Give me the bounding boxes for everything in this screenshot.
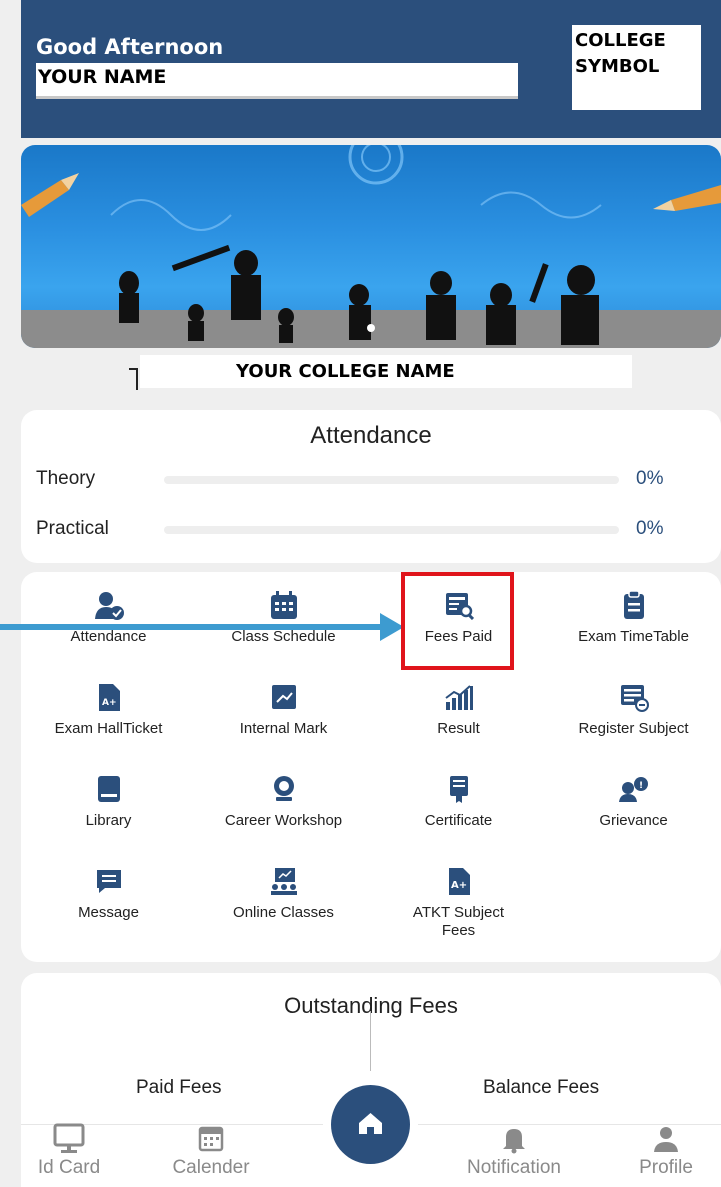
menu-label: Exam TimeTable [578, 628, 689, 645]
menu-item-class-schedule[interactable]: Class Schedule [196, 590, 371, 646]
badge-pin-icon [273, 776, 294, 801]
nav-label: Calender [172, 1157, 250, 1178]
chart-card-icon [271, 685, 296, 709]
college-name: YOUR COLLEGE NAME [236, 361, 455, 382]
certificate-icon [449, 776, 468, 803]
attendance-title: Attendance [310, 422, 432, 449]
decorative-mark [129, 368, 138, 390]
greeting-text: Good Afternoon [36, 35, 224, 59]
fees-divider [370, 1011, 371, 1071]
nav-id-card[interactable]: Id Card [29, 1122, 109, 1179]
register-list-icon [620, 685, 649, 712]
menu-item-exam-hallticket[interactable]: A+ Exam HallTicket [21, 682, 196, 738]
menu-label: Career Workshop [224, 812, 343, 829]
menu-label: Exam HallTicket [54, 720, 163, 737]
nav-calender[interactable]: Calender [166, 1122, 256, 1179]
calendar-icon [198, 1126, 224, 1152]
menu-label: Attendance [70, 628, 147, 645]
menu-label: Class Schedule [231, 628, 336, 645]
menu-item-internal-mark[interactable]: Internal Mark [196, 682, 371, 738]
menu-item-grievance[interactable]: ! Grievance [546, 774, 721, 830]
menu-grid-card: Attendance Class Schedule Fees Paid Exam… [21, 572, 721, 962]
menu-item-career-workshop[interactable]: Career Workshop [196, 774, 371, 830]
menu-label: Result [437, 720, 480, 737]
nav-profile[interactable]: Profile [621, 1122, 711, 1179]
id-card-icon [53, 1123, 85, 1153]
menu-label: Message [78, 904, 139, 921]
outstanding-fees-title: Outstanding Fees [284, 993, 458, 1018]
menu-label: Certificate [424, 812, 493, 829]
user-check-icon [94, 592, 124, 620]
message-icon [96, 870, 121, 893]
nav-label: Profile [639, 1157, 693, 1178]
home-icon [359, 1113, 382, 1134]
menu-item-exam-timetable[interactable]: Exam TimeTable [546, 590, 721, 646]
attendance-row-theory: Theory 0% [36, 466, 716, 492]
home-button[interactable] [323, 1077, 418, 1172]
menu-label: Online Classes [233, 904, 334, 921]
menu-item-message[interactable]: Message [21, 866, 196, 922]
user-name: YOUR NAME [38, 66, 167, 88]
svg-text:A+: A+ [102, 698, 117, 708]
college-symbol-box: COLLEGE SYMBOL [572, 25, 701, 110]
document-grade-icon: A+ [98, 684, 120, 711]
menu-label: Library [85, 812, 132, 829]
annotation-highlight-box [401, 572, 514, 670]
attendance-label: Practical [36, 518, 109, 539]
attendance-card[interactable]: Attendance Theory 0% Practical 0% [21, 410, 721, 563]
nav-notification[interactable]: Notification [449, 1122, 579, 1179]
menu-label: Grievance [599, 812, 668, 829]
book-icon [97, 776, 120, 802]
banner-image [21, 145, 721, 348]
paid-fees-label: Paid Fees [136, 1077, 222, 1098]
grievance-icon: ! [618, 777, 648, 802]
home-button-inner [331, 1085, 410, 1164]
college-name-box: YOUR COLLEGE NAME [140, 355, 632, 388]
menu-label: Internal Mark [239, 720, 328, 737]
menu-item-register-subject[interactable]: Register Subject [546, 682, 721, 738]
document-aplus-icon: A+ [448, 868, 470, 895]
menu-item-certificate[interactable]: Certificate [371, 774, 546, 830]
attendance-row-practical: Practical 0% [36, 516, 716, 542]
banner-illustration [21, 145, 721, 348]
attendance-label: Theory [36, 468, 96, 489]
header: Good Afternoon YOUR NAME COLLEGE SYMBOL [21, 0, 721, 138]
user-name-box: YOUR NAME [36, 63, 518, 99]
attendance-percent: 0% [636, 518, 664, 539]
app-screen: Good Afternoon YOUR NAME COLLEGE SYMBOL [0, 0, 721, 1187]
attendance-progress-bar [164, 476, 619, 484]
menu-label: ATKT Subject Fees [412, 904, 505, 939]
menu-item-online-classes[interactable]: Online Classes [196, 866, 371, 922]
calendar-grid-icon [270, 591, 297, 619]
attendance-percent: 0% [636, 468, 664, 489]
balance-fees-label: Balance Fees [483, 1077, 600, 1098]
college-symbol-text: COLLEGE SYMBOL [575, 30, 666, 77]
online-class-icon [270, 868, 297, 895]
menu-label: Register Subject [578, 720, 689, 737]
attendance-progress-bar [164, 526, 619, 534]
svg-text:!: ! [639, 781, 643, 791]
bell-icon [503, 1129, 525, 1154]
menu-item-attendance[interactable]: Attendance [21, 590, 196, 646]
svg-text:A+: A+ [451, 880, 467, 891]
menu-item-result[interactable]: Result [371, 682, 546, 738]
menu-item-atkt-subject-fees[interactable]: A+ ATKT Subject Fees [371, 866, 546, 940]
clipboard-icon [623, 590, 644, 619]
bar-chart-icon [444, 685, 473, 710]
person-icon [654, 1127, 678, 1152]
nav-label: Id Card [37, 1157, 101, 1178]
nav-label: Notification [467, 1157, 561, 1178]
menu-item-library[interactable]: Library [21, 774, 196, 830]
annotation-arrow-line [0, 624, 382, 630]
